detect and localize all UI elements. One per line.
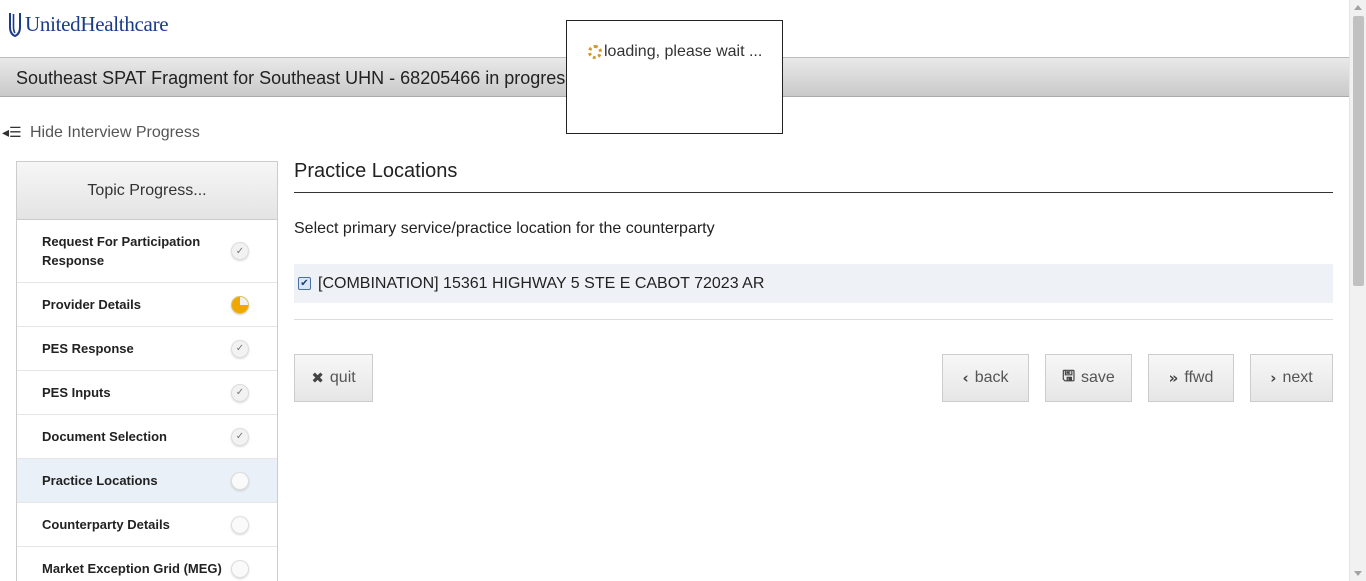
divider — [294, 319, 1333, 320]
main-content: Practice Locations Select primary servic… — [294, 160, 1333, 402]
floppy-disk-icon: 🖫 — [1062, 366, 1075, 385]
complete-check-icon: ✓ — [231, 242, 249, 260]
collapse-list-icon: ◂☰ — [2, 125, 22, 141]
complete-check-icon: ✓ — [231, 383, 249, 402]
chevron-right-icon: › — [1270, 369, 1277, 387]
next-button[interactable]: › next — [1250, 354, 1333, 402]
topic-label: Request For Participation Response — [42, 234, 201, 268]
back-label: back — [974, 369, 1009, 386]
fast-forward-button[interactable]: » ffwd — [1148, 354, 1234, 402]
double-chevron-right-icon: » — [1168, 369, 1179, 387]
not-started-circle-icon — [231, 471, 249, 490]
quit-label: quit — [329, 369, 356, 386]
question-instruction: Select primary service/practice location… — [294, 220, 715, 237]
save-button[interactable]: 🖫 save — [1045, 354, 1132, 402]
topic-item-pes-inputs[interactable]: PES Inputs ✓ — [17, 371, 277, 415]
save-label: save — [1080, 369, 1115, 386]
not-started-circle-icon — [231, 515, 249, 534]
scroll-up-arrow-icon[interactable] — [1354, 5, 1362, 10]
topic-item-practice-locations[interactable]: Practice Locations — [17, 459, 277, 503]
topic-item-counterparty-details[interactable]: Counterparty Details — [17, 503, 277, 547]
loading-dialog: loading, please wait ... — [566, 20, 783, 134]
topic-label: Practice Locations — [42, 473, 158, 488]
vertical-scrollbar[interactable] — [1349, 0, 1366, 581]
topic-progress-header: Topic Progress... — [17, 162, 277, 220]
hide-interview-progress-toggle[interactable]: ◂☰ Hide Interview Progress — [2, 124, 200, 142]
complete-check-icon: ✓ — [231, 339, 249, 358]
topic-label: PES Response — [42, 341, 134, 356]
hide-interview-progress-label: Hide Interview Progress — [30, 124, 200, 141]
topic-item-market-exception-grid[interactable]: Market Exception Grid (MEG) — [17, 547, 277, 581]
topic-item-request-for-participation[interactable]: Request For Participation Response ✓ — [17, 220, 277, 283]
scroll-down-arrow-icon[interactable] — [1354, 571, 1362, 576]
loading-text: loading, please wait ... — [604, 43, 763, 60]
topic-label: Counterparty Details — [42, 517, 170, 532]
section-title: Practice Locations — [294, 160, 1333, 193]
topic-label: PES Inputs — [42, 385, 111, 400]
complete-check-icon: ✓ — [231, 427, 249, 446]
uhc-shield-icon — [9, 13, 21, 37]
topic-progress-panel: Topic Progress... Request For Participat… — [16, 161, 278, 581]
interview-title: Southeast SPAT Fragment for Southeast UH… — [16, 68, 575, 88]
quit-button[interactable]: ✖ quit — [294, 354, 373, 402]
topic-label: Document Selection — [42, 429, 167, 444]
next-label: next — [1282, 369, 1313, 386]
close-x-icon: ✖ — [311, 369, 324, 387]
location-checkbox[interactable]: ✔ — [298, 277, 311, 290]
loading-spinner-icon — [588, 45, 602, 59]
ffwd-label: ffwd — [1184, 369, 1214, 386]
brand-logo: UnitedHealthcare — [8, 10, 169, 38]
topic-label: Provider Details — [42, 297, 141, 312]
in-progress-icon — [231, 295, 249, 314]
not-started-circle-icon — [231, 559, 249, 578]
topic-item-provider-details[interactable]: Provider Details — [17, 283, 277, 327]
scroll-thumb[interactable] — [1353, 16, 1364, 286]
location-option-label: [COMBINATION] 15361 HIGHWAY 5 STE E CABO… — [318, 274, 765, 292]
logo-text: UnitedHealthcare — [25, 11, 169, 36]
topic-item-pes-response[interactable]: PES Response ✓ — [17, 327, 277, 371]
practice-location-option[interactable]: ✔ [COMBINATION] 15361 HIGHWAY 5 STE E CA… — [294, 264, 1333, 303]
topic-label: Market Exception Grid (MEG) — [42, 561, 222, 576]
topic-item-document-selection[interactable]: Document Selection ✓ — [17, 415, 277, 459]
back-button[interactable]: ‹ back — [942, 354, 1029, 402]
chevron-left-icon: ‹ — [962, 369, 969, 387]
